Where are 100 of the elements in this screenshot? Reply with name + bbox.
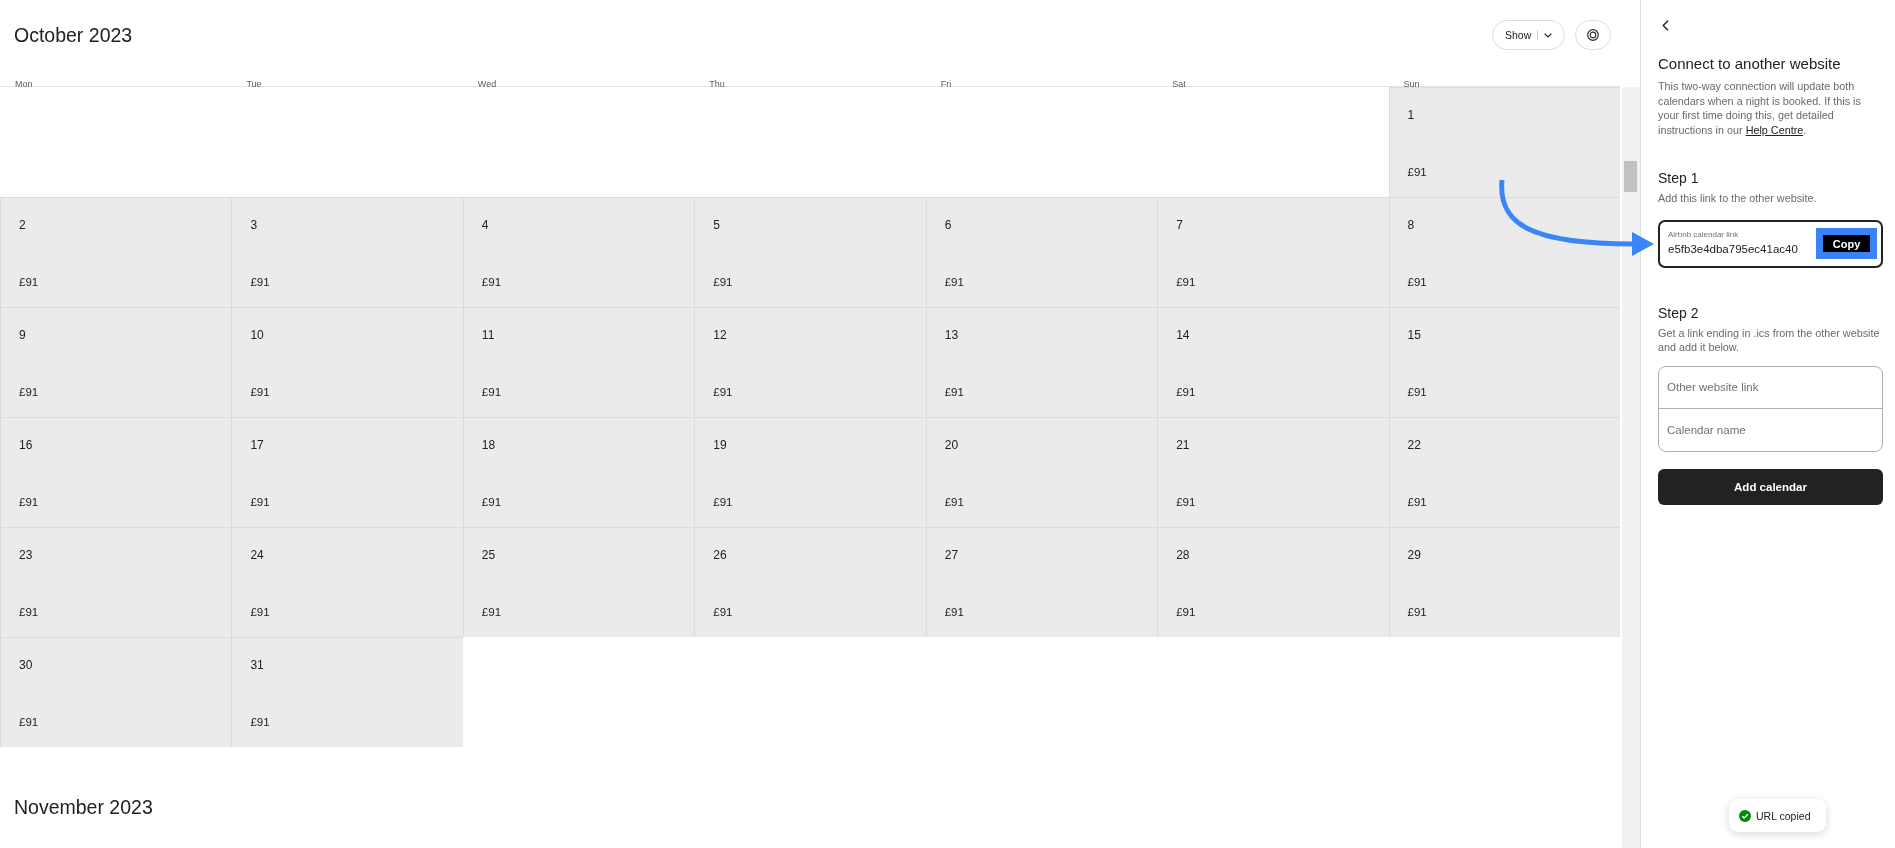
day-price: £91 [944,385,964,400]
calendar-day-cell[interactable]: 23 £91 [0,527,232,637]
calendar-day-cell[interactable]: 12 £91 [694,307,926,417]
day-price: £91 [1407,495,1427,510]
day-number: 22 [1407,437,1421,453]
calendar-day-cell[interactable]: 25 £91 [462,527,695,637]
day-price: £91 [481,605,502,620]
calendar-day-cell[interactable]: 10 £91 [231,307,463,417]
ring-icon [1587,29,1599,41]
day-number: 4 [481,217,489,233]
day-number: 28 [1176,547,1190,563]
calendar-day-cell[interactable]: 31 £91 [231,637,463,747]
input-field[interactable]: Other website link [1659,366,1882,408]
month-title: November 2023 [14,795,153,820]
day-price: £91 [481,495,502,510]
calendar-day-cell[interactable]: 2 £91 [0,197,232,307]
day-price: £91 [713,605,733,620]
day-price: £91 [481,385,502,400]
calendar-day-cell[interactable]: 26 £91 [694,527,926,637]
day-number: 8 [1407,217,1415,233]
toast-text: URL copied [1756,809,1811,822]
panel-title: Connect to another website [1658,54,1842,74]
input-group[interactable]: Other website link Calendar name [1658,365,1883,452]
scrollbar-thumb[interactable] [1624,161,1637,192]
add-calendar-button[interactable]: Add calendar [1658,468,1883,505]
calendar-day-cell[interactable]: 11 £91 [462,307,695,417]
options-button[interactable] [1575,20,1611,50]
month-title: October 2023 [14,23,133,48]
calendar-day-cell[interactable]: 21 £91 [1157,417,1389,527]
day-price: £91 [944,605,964,620]
day-number: 18 [481,437,496,453]
day-number: 14 [1176,327,1190,343]
day-price: £91 [250,495,270,510]
weekday-label: Thu [709,79,725,90]
calendar-day-cell[interactable]: 27 £91 [925,527,1158,637]
calendar-link-field[interactable]: Airbnb calendar link e5fb3e4dba795ec41ac40 Copy [1658,219,1883,268]
calendar-day-cell[interactable]: 9 £91 [0,307,232,417]
day-price: £91 [1407,165,1427,180]
day-price: £91 [1407,605,1427,620]
calendar-day-cell[interactable]: 5 £91 [694,197,926,307]
day-price: £91 [713,385,733,400]
day-price: £91 [19,605,39,620]
day-price: £91 [250,385,270,400]
calendar-day-cell[interactable]: 19 £91 [694,417,926,527]
chevron-down-icon [1544,32,1553,38]
copy-button[interactable]: Copy [1823,235,1870,252]
day-price: £91 [19,275,39,290]
weekday-label: Fri [940,79,952,90]
calendar-day-cell[interactable]: 22 £91 [1388,417,1620,527]
day-price: £91 [713,495,733,510]
calendar-day-cell[interactable]: 1 £91 [1388,87,1620,197]
day-number: 23 [19,547,33,563]
calendar-day-cell[interactable]: 3 £91 [231,197,463,307]
calendar-day-cell[interactable]: 4 £91 [462,197,695,307]
day-price: £91 [1176,605,1196,620]
weekday-label: Tue [246,79,262,90]
weekday-label: Wed [477,79,497,90]
day-price: £91 [250,275,270,290]
calendar-day-cell[interactable]: 17 £91 [231,417,463,527]
day-price: £91 [1176,385,1196,400]
calendar-day-cell[interactable]: 29 £91 [1388,527,1620,637]
day-number: 16 [19,437,33,453]
day-number: 2 [19,217,26,233]
weekday-label: Mon [15,79,33,90]
calendar-day-cell[interactable]: 20 £91 [925,417,1158,527]
day-number: 10 [250,327,264,343]
field-label: Airbnb calendar link [1668,230,1739,240]
day-number: 26 [713,547,727,563]
day-number: 12 [713,327,727,343]
calendar-day-cell[interactable]: 28 £91 [1157,527,1389,637]
day-number: 30 [19,657,33,673]
day-number: 27 [944,547,959,563]
calendar-day-cell[interactable]: 6 £91 [925,197,1158,307]
calendar-day-cell[interactable]: 15 £91 [1388,307,1620,417]
check-circle-icon [1739,809,1751,822]
show-dropdown-button[interactable]: Show [1492,20,1565,50]
calendar-day-cell[interactable]: 7 £91 [1157,197,1389,307]
calendar-day-cell[interactable]: 14 £91 [1157,307,1389,417]
day-number: 29 [1407,547,1421,563]
day-price: £91 [250,605,270,620]
day-price: £91 [481,275,502,290]
day-number: 7 [1176,217,1183,233]
weekday-label: Sat [1172,79,1186,90]
step-title: Step 1 [1658,169,1700,188]
calendar-day-cell[interactable]: 24 £91 [231,527,463,637]
calendar-day-cell[interactable]: 30 £91 [0,637,232,747]
day-price: £91 [1176,495,1196,510]
step-description: Add this link to the other website. [1658,191,1818,206]
calendar-day-cell[interactable]: 18 £91 [462,417,695,527]
weekday-label: Sun [1403,79,1420,90]
calendar-day-cell[interactable]: 13 £91 [925,307,1158,417]
day-number: 25 [481,547,496,563]
calendar-day-cell[interactable]: 8 £91 [1388,197,1620,307]
day-number: 3 [250,217,258,233]
day-price: £91 [1176,275,1196,290]
day-price: £91 [1407,385,1427,400]
day-price: £91 [713,275,733,290]
calendar-day-cell[interactable]: 16 £91 [0,417,232,527]
input-field[interactable]: Calendar name [1659,407,1882,451]
description-text: This two-way connection will update both calendars when a night is booked. If this is your first time doing this, get detailed instructions in our Help Centre. [1658,79,1862,137]
